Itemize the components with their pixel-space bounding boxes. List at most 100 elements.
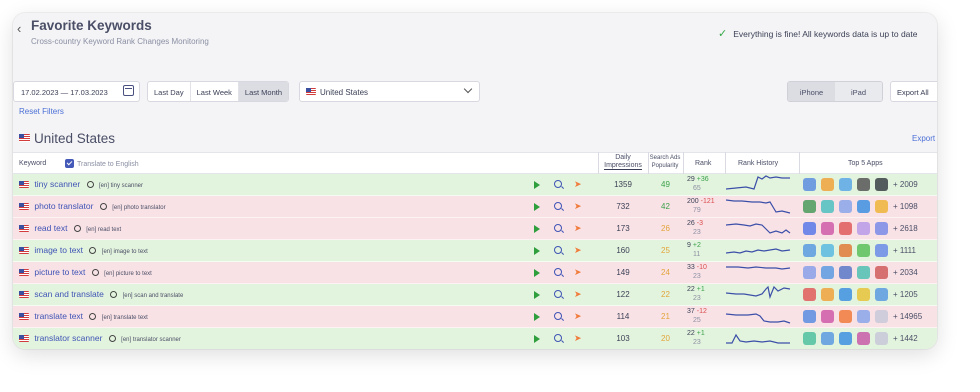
col-keyword[interactable]: Keyword bbox=[19, 160, 46, 167]
app-icon[interactable] bbox=[803, 332, 816, 345]
keyword-link[interactable]: image to text bbox=[34, 245, 83, 255]
app-icon[interactable] bbox=[803, 266, 816, 279]
app-icon[interactable] bbox=[803, 244, 816, 257]
app-icon[interactable] bbox=[821, 178, 834, 191]
table-row[interactable]: scan and translate [en] scan and transla… bbox=[13, 284, 937, 306]
app-icon[interactable] bbox=[875, 288, 888, 301]
play-icon[interactable] bbox=[534, 313, 540, 321]
app-icon[interactable] bbox=[839, 200, 852, 213]
search-icon[interactable] bbox=[554, 334, 562, 342]
keyword-link[interactable]: translate text bbox=[34, 311, 83, 321]
rank-history-sparkline[interactable] bbox=[726, 219, 794, 239]
reset-filters-link[interactable]: Reset Filters bbox=[19, 107, 64, 116]
table-row[interactable]: translator scanner [en] translator scann… bbox=[13, 328, 937, 349]
play-icon[interactable] bbox=[534, 225, 540, 233]
keyword-link[interactable]: picture to text bbox=[34, 267, 85, 277]
rank-history-sparkline[interactable] bbox=[726, 329, 794, 349]
rank-history-sparkline[interactable] bbox=[726, 241, 794, 261]
rocket-icon[interactable]: ➤ bbox=[574, 311, 582, 322]
clock-icon[interactable] bbox=[73, 225, 81, 232]
keyword-link[interactable]: tiny scanner bbox=[34, 179, 80, 189]
period-last-day[interactable]: Last Day bbox=[148, 82, 191, 101]
rocket-icon[interactable]: ➤ bbox=[574, 201, 582, 212]
app-icon[interactable] bbox=[875, 244, 888, 257]
app-icon[interactable] bbox=[803, 310, 816, 323]
rocket-icon[interactable]: ➤ bbox=[574, 289, 582, 300]
clock-icon[interactable] bbox=[108, 335, 116, 342]
device-ipad[interactable]: iPad bbox=[835, 82, 882, 101]
country-select[interactable]: United States bbox=[299, 81, 480, 102]
clock-icon[interactable] bbox=[89, 247, 97, 254]
calendar-icon[interactable] bbox=[123, 85, 134, 96]
rank-history-sparkline[interactable] bbox=[726, 285, 794, 305]
table-row[interactable]: tiny scanner [en] tiny scanner ➤ 1359 49… bbox=[13, 174, 937, 196]
table-row[interactable]: photo translator [en] photo translator ➤… bbox=[13, 196, 937, 218]
clock-icon[interactable] bbox=[99, 203, 107, 210]
col-rank[interactable]: Rank bbox=[695, 160, 711, 167]
clock-icon[interactable] bbox=[89, 313, 97, 320]
table-row[interactable]: image to text [en] image to text ➤ 160 2… bbox=[13, 240, 937, 262]
rocket-icon[interactable]: ➤ bbox=[574, 333, 582, 344]
app-icon[interactable] bbox=[875, 200, 888, 213]
search-icon[interactable] bbox=[554, 202, 562, 210]
app-icon[interactable] bbox=[839, 266, 852, 279]
play-icon[interactable] bbox=[534, 335, 540, 343]
checkbox-checked-icon[interactable] bbox=[65, 159, 74, 168]
app-icon[interactable] bbox=[839, 310, 852, 323]
app-icon[interactable] bbox=[875, 266, 888, 279]
rocket-icon[interactable]: ➤ bbox=[574, 179, 582, 190]
app-icon[interactable] bbox=[839, 288, 852, 301]
app-icon[interactable] bbox=[821, 200, 834, 213]
rocket-icon[interactable]: ➤ bbox=[574, 223, 582, 234]
app-icon[interactable] bbox=[821, 332, 834, 345]
clock-icon[interactable] bbox=[91, 269, 99, 276]
rocket-icon[interactable]: ➤ bbox=[574, 245, 582, 256]
play-icon[interactable] bbox=[534, 269, 540, 277]
col-popularity[interactable]: Search Ads Popularity bbox=[647, 154, 683, 170]
export-link[interactable]: Export bbox=[912, 134, 935, 143]
table-row[interactable]: translate text [en] translate text ➤ 114… bbox=[13, 306, 937, 328]
app-icon[interactable] bbox=[839, 178, 852, 191]
app-icon[interactable] bbox=[803, 288, 816, 301]
play-icon[interactable] bbox=[534, 291, 540, 299]
search-icon[interactable] bbox=[554, 180, 562, 188]
search-icon[interactable] bbox=[554, 268, 562, 276]
app-icon[interactable] bbox=[839, 222, 852, 235]
period-last-week[interactable]: Last Week bbox=[191, 82, 239, 101]
app-icon[interactable] bbox=[857, 244, 870, 257]
rocket-icon[interactable]: ➤ bbox=[574, 267, 582, 278]
app-icon[interactable] bbox=[857, 266, 870, 279]
app-icon[interactable] bbox=[803, 178, 816, 191]
play-icon[interactable] bbox=[534, 203, 540, 211]
table-row[interactable]: read text [en] read text ➤ 173 26 26 -3 … bbox=[13, 218, 937, 240]
clock-icon[interactable] bbox=[86, 181, 94, 188]
chevron-left-icon[interactable]: ‹ bbox=[17, 21, 21, 36]
app-icon[interactable] bbox=[857, 222, 870, 235]
app-icon[interactable] bbox=[857, 332, 870, 345]
app-icon[interactable] bbox=[857, 288, 870, 301]
col-impressions[interactable]: Daily Impressions bbox=[598, 154, 648, 170]
app-icon[interactable] bbox=[875, 222, 888, 235]
app-icon[interactable] bbox=[821, 266, 834, 279]
search-icon[interactable] bbox=[554, 312, 562, 320]
search-icon[interactable] bbox=[554, 224, 562, 232]
app-icon[interactable] bbox=[803, 200, 816, 213]
rank-history-sparkline[interactable] bbox=[726, 263, 794, 283]
rank-history-sparkline[interactable] bbox=[726, 175, 794, 195]
export-all-button[interactable]: Export All bbox=[890, 81, 937, 102]
keyword-link[interactable]: photo translator bbox=[34, 201, 93, 211]
clock-icon[interactable] bbox=[110, 291, 118, 298]
app-icon[interactable] bbox=[857, 310, 870, 323]
translate-checkbox[interactable]: Translate to English bbox=[65, 159, 139, 168]
app-icon[interactable] bbox=[857, 178, 870, 191]
search-icon[interactable] bbox=[554, 246, 562, 254]
play-icon[interactable] bbox=[534, 247, 540, 255]
period-last-month[interactable]: Last Month bbox=[238, 82, 289, 101]
app-icon[interactable] bbox=[839, 332, 852, 345]
app-icon[interactable] bbox=[875, 178, 888, 191]
rank-history-sparkline[interactable] bbox=[726, 197, 794, 217]
app-icon[interactable] bbox=[857, 200, 870, 213]
keyword-link[interactable]: translator scanner bbox=[34, 333, 102, 343]
date-range-picker[interactable]: 17.02.2023 — 17.03.2023 bbox=[13, 81, 140, 102]
app-icon[interactable] bbox=[875, 332, 888, 345]
